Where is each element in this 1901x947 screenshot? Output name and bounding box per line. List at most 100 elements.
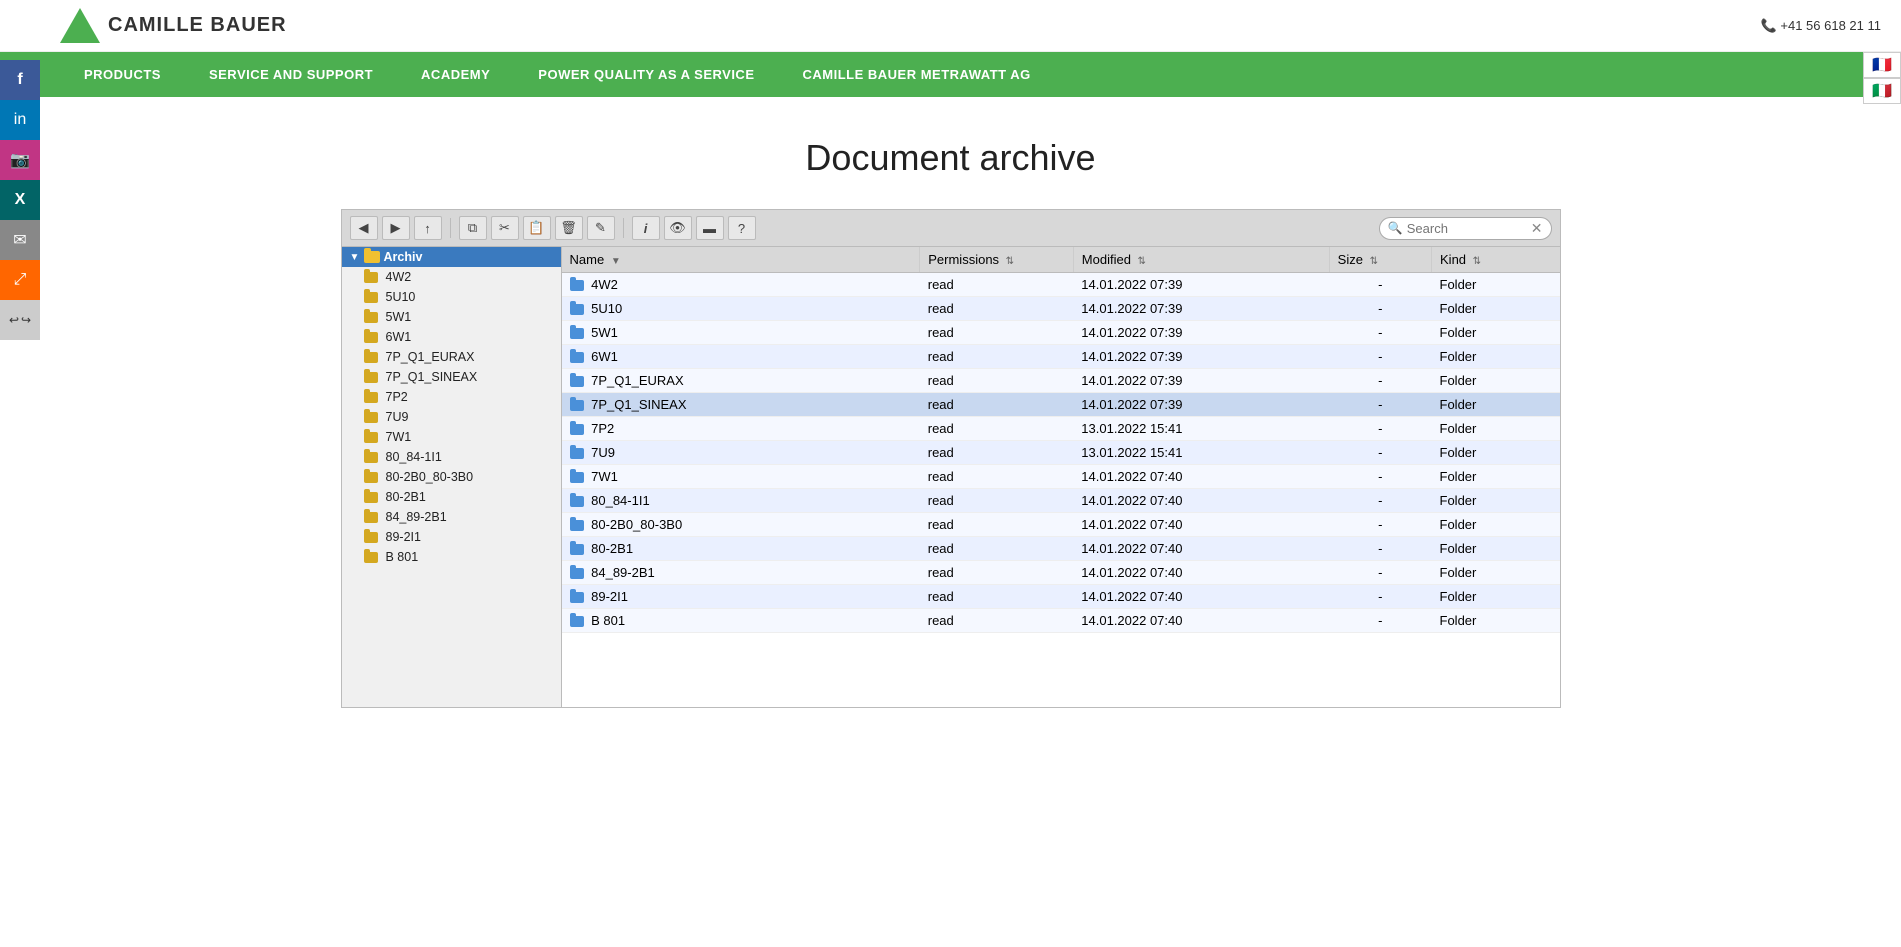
tree-item[interactable]: 84_89-2B1	[342, 507, 561, 527]
back-button[interactable]: ◀	[350, 216, 378, 240]
nav-power-quality[interactable]: POWER QUALITY AS A SERVICE	[514, 52, 778, 97]
table-row[interactable]: 89-2I1 read 14.01.2022 07:40 - Folder	[562, 585, 1560, 609]
file-kind-cell: Folder	[1432, 273, 1560, 297]
col-header-modified[interactable]: Modified ⇅	[1073, 247, 1329, 273]
folder-icon	[364, 332, 378, 343]
nav-service[interactable]: SERVICE AND SUPPORT	[185, 52, 397, 97]
tree-item[interactable]: 7W1	[342, 427, 561, 447]
facebook-button[interactable]: f	[0, 60, 40, 100]
paste-button[interactable]: 📋	[523, 216, 551, 240]
tree-expand-icon: ▼	[350, 252, 360, 263]
copy-button[interactable]: ⧉	[459, 216, 487, 240]
tree-item[interactable]: 89-2I1	[342, 527, 561, 547]
table-row[interactable]: 5W1 read 14.01.2022 07:39 - Folder	[562, 321, 1560, 345]
file-modified-cell: 14.01.2022 07:39	[1073, 297, 1329, 321]
table-header-row: Name ▼ Permissions ⇅ Modified ⇅ Size	[562, 247, 1560, 273]
tree-item-label: 7P_Q1_SINEAX	[386, 370, 478, 384]
tree-item[interactable]: 80-2B0_80-3B0	[342, 467, 561, 487]
file-size-cell: -	[1329, 513, 1431, 537]
table-row[interactable]: 7U9 read 13.01.2022 15:41 - Folder	[562, 441, 1560, 465]
cut-button[interactable]: ✂	[491, 216, 519, 240]
delete-button[interactable]: 🗑	[555, 216, 583, 240]
tree-item[interactable]: 5W1	[342, 307, 561, 327]
nav-metrawatt[interactable]: CAMILLE BAUER METRAWATT AG	[779, 52, 1055, 97]
email-button[interactable]: ✉	[0, 220, 40, 260]
col-header-kind[interactable]: Kind ⇅	[1432, 247, 1560, 273]
table-row[interactable]: 7P_Q1_SINEAX read 14.01.2022 07:39 - Fol…	[562, 393, 1560, 417]
phone-number: 📞 +41 56 618 21 11	[1761, 18, 1881, 34]
tree-item-label: 5U10	[386, 290, 416, 304]
folder-icon	[570, 376, 584, 387]
info-button[interactable]: i	[632, 216, 660, 240]
table-row[interactable]: 4W2 read 14.01.2022 07:39 - Folder	[562, 273, 1560, 297]
tree-item-label: 4W2	[386, 270, 412, 284]
folder-icon	[364, 352, 378, 363]
search-input[interactable]	[1407, 221, 1527, 236]
preview-button[interactable]: 👁	[664, 216, 692, 240]
table-row[interactable]: 80-2B0_80-3B0 read 14.01.2022 07:40 - Fo…	[562, 513, 1560, 537]
col-header-size[interactable]: Size ⇅	[1329, 247, 1431, 273]
table-row[interactable]: 7W1 read 14.01.2022 07:40 - Folder	[562, 465, 1560, 489]
linkedin-button[interactable]: in	[0, 100, 40, 140]
table-row[interactable]: 7P_Q1_EURAX read 14.01.2022 07:39 - Fold…	[562, 369, 1560, 393]
table-row[interactable]: 6W1 read 14.01.2022 07:39 - Folder	[562, 345, 1560, 369]
table-row[interactable]: 84_89-2B1 read 14.01.2022 07:40 - Folder	[562, 561, 1560, 585]
file-name-cell: 6W1	[562, 345, 920, 369]
share-button[interactable]: ⤢	[0, 260, 40, 300]
tree-item[interactable]: B 801	[342, 547, 561, 567]
tree-item[interactable]: 6W1	[342, 327, 561, 347]
table-row[interactable]: 5U10 read 14.01.2022 07:39 - Folder	[562, 297, 1560, 321]
folder-icon	[364, 372, 378, 383]
folder-icon	[570, 496, 584, 507]
nav-academy[interactable]: ACADEMY	[397, 52, 514, 97]
table-row[interactable]: 80_84-1I1 read 14.01.2022 07:40 - Folder	[562, 489, 1560, 513]
table-row[interactable]: B 801 read 14.01.2022 07:40 - Folder	[562, 609, 1560, 633]
tree-item[interactable]: 7P2	[342, 387, 561, 407]
help-button[interactable]: ?	[728, 216, 756, 240]
search-clear-button[interactable]: ✕	[1531, 220, 1543, 237]
xing-button[interactable]: X	[0, 180, 40, 220]
file-kind-cell: Folder	[1432, 537, 1560, 561]
lang-fr-button[interactable]: 🇫🇷	[1863, 52, 1901, 78]
tree-item[interactable]: 7P_Q1_EURAX	[342, 347, 561, 367]
col-header-name[interactable]: Name ▼	[562, 247, 920, 273]
file-modified-cell: 14.01.2022 07:40	[1073, 609, 1329, 633]
lang-it-button[interactable]: 🇮🇹	[1863, 78, 1901, 104]
tree-item[interactable]: 7P_Q1_SINEAX	[342, 367, 561, 387]
up-button[interactable]: ↑	[414, 216, 442, 240]
logo[interactable]: CAMILLE BAUER	[60, 8, 287, 43]
tree-item[interactable]: 80-2B1	[342, 487, 561, 507]
col-header-permissions[interactable]: Permissions ⇅	[920, 247, 1074, 273]
file-name-cell: 7U9	[562, 441, 920, 465]
forward-button[interactable]: ▶	[382, 216, 410, 240]
file-size-cell: -	[1329, 465, 1431, 489]
instagram-button[interactable]: 📷	[0, 140, 40, 180]
folder-icon	[570, 304, 584, 315]
tree-item-label: 7U9	[386, 410, 409, 424]
file-modified-cell: 13.01.2022 15:41	[1073, 441, 1329, 465]
arrow-buttons[interactable]: ↩↪	[0, 300, 40, 340]
page-title-section: Document archive	[0, 97, 1901, 209]
file-permissions-cell: read	[920, 609, 1074, 633]
tree-item[interactable]: 4W2	[342, 267, 561, 287]
rename-button[interactable]: ✎	[587, 216, 615, 240]
folder-icon	[364, 272, 378, 283]
file-kind-cell: Folder	[1432, 513, 1560, 537]
file-name: 7P_Q1_EURAX	[591, 373, 684, 388]
tree-item[interactable]: 7U9	[342, 407, 561, 427]
tree-item[interactable]: 5U10	[342, 287, 561, 307]
view-button[interactable]: ▬	[696, 216, 724, 240]
table-row[interactable]: 7P2 read 13.01.2022 15:41 - Folder	[562, 417, 1560, 441]
nav-products[interactable]: PRODUCTS	[60, 52, 185, 97]
file-name-cell: 5W1	[562, 321, 920, 345]
table-row[interactable]: 80-2B1 read 14.01.2022 07:40 - Folder	[562, 537, 1560, 561]
folder-icon	[364, 472, 378, 483]
tree-item[interactable]: 80_84-1I1	[342, 447, 561, 467]
folder-icon	[364, 532, 378, 543]
tree-root-archiv[interactable]: ▼ Archiv	[342, 247, 561, 267]
folder-icon	[364, 432, 378, 443]
folder-icon	[364, 492, 378, 503]
file-modified-cell: 13.01.2022 15:41	[1073, 417, 1329, 441]
file-name: 7P_Q1_SINEAX	[591, 397, 686, 412]
file-modified-cell: 14.01.2022 07:40	[1073, 465, 1329, 489]
